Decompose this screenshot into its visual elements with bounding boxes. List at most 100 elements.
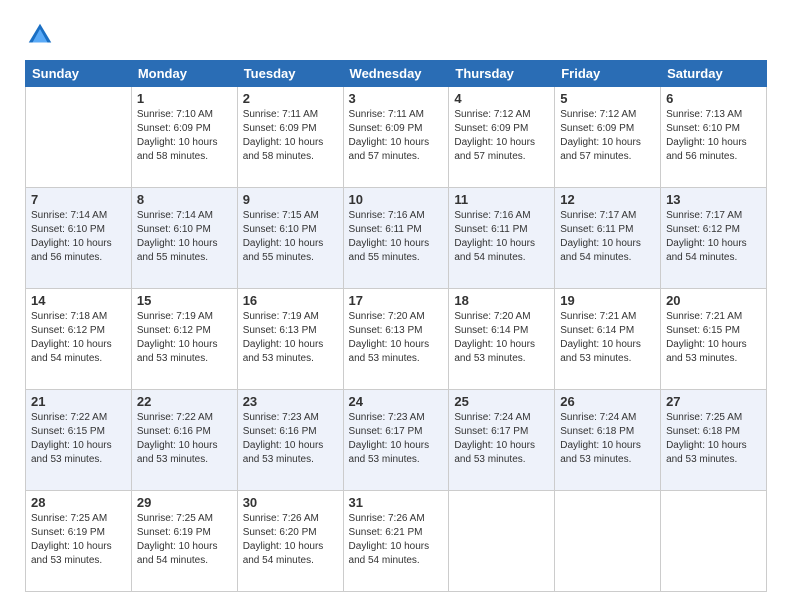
day-number: 26 (560, 394, 655, 409)
day-number: 4 (454, 91, 549, 106)
calendar-cell: 14 Sunrise: 7:18 AM Sunset: 6:12 PM Dayli… (26, 289, 132, 390)
calendar-cell: 18 Sunrise: 7:20 AM Sunset: 6:14 PM Dayli… (449, 289, 555, 390)
day-number: 13 (666, 192, 761, 207)
calendar-cell: 28 Sunrise: 7:25 AM Sunset: 6:19 PM Dayli… (26, 491, 132, 592)
day-info: Sunrise: 7:17 AM Sunset: 6:11 PM Dayligh… (560, 209, 655, 265)
day-number: 16 (243, 293, 338, 308)
day-info: Sunrise: 7:22 AM Sunset: 6:15 PM Dayligh… (31, 411, 126, 467)
day-number: 24 (349, 394, 444, 409)
weekday-header-sunday: Sunday (26, 61, 132, 87)
day-info: Sunrise: 7:26 AM Sunset: 6:20 PM Dayligh… (243, 512, 338, 568)
day-number: 10 (349, 192, 444, 207)
week-row-1: 7 Sunrise: 7:14 AM Sunset: 6:10 PM Daylig… (26, 188, 767, 289)
calendar-cell: 21Sunrise: 7:22 AM Sunset: 6:15 PM Dayli… (26, 390, 132, 491)
calendar-cell: 10 Sunrise: 7:16 AM Sunset: 6:11 PM Dayli… (343, 188, 449, 289)
logo (25, 20, 59, 50)
weekday-header-friday: Friday (555, 61, 661, 87)
day-number: 2 (243, 91, 338, 106)
calendar-cell: 7 Sunrise: 7:14 AM Sunset: 6:10 PM Daylig… (26, 188, 132, 289)
calendar-cell: 6Sunrise: 7:13 AM Sunset: 6:10 PM Daylig… (661, 87, 767, 188)
day-info: Sunrise: 7:16 AM Sunset: 6:11 PM Dayligh… (454, 209, 549, 265)
calendar-cell: 24 Sunrise: 7:23 AM Sunset: 6:17 PM Dayli… (343, 390, 449, 491)
day-info: Sunrise: 7:12 AM Sunset: 6:09 PM Dayligh… (560, 108, 655, 164)
calendar-cell: 19 Sunrise: 7:21 AM Sunset: 6:14 PM Dayli… (555, 289, 661, 390)
day-info: Sunrise: 7:19 AM Sunset: 6:13 PM Dayligh… (243, 310, 338, 366)
day-number: 18 (454, 293, 549, 308)
calendar-cell: 25 Sunrise: 7:24 AM Sunset: 6:17 PM Dayli… (449, 390, 555, 491)
day-info: Sunrise: 7:21 AM Sunset: 6:14 PM Dayligh… (560, 310, 655, 366)
day-info: Sunrise: 7:21 AM Sunset: 6:15 PM Dayligh… (666, 310, 761, 366)
day-info: Sunrise: 7:16 AM Sunset: 6:11 PM Dayligh… (349, 209, 444, 265)
weekday-header-row: SundayMondayTuesdayWednesdayThursdayFrid… (26, 61, 767, 87)
day-info: Sunrise: 7:11 AM Sunset: 6:09 PM Dayligh… (243, 108, 338, 164)
day-info: Sunrise: 7:23 AM Sunset: 6:17 PM Dayligh… (349, 411, 444, 467)
calendar-cell: 17Sunrise: 7:20 AM Sunset: 6:13 PM Dayli… (343, 289, 449, 390)
day-info: Sunrise: 7:24 AM Sunset: 6:18 PM Dayligh… (560, 411, 655, 467)
calendar-cell: 30 Sunrise: 7:26 AM Sunset: 6:20 PM Dayli… (237, 491, 343, 592)
calendar-cell: 27Sunrise: 7:25 AM Sunset: 6:18 PM Dayli… (661, 390, 767, 491)
day-info: Sunrise: 7:20 AM Sunset: 6:14 PM Dayligh… (454, 310, 549, 366)
weekday-header-tuesday: Tuesday (237, 61, 343, 87)
weekday-header-monday: Monday (131, 61, 237, 87)
calendar-cell: 12 Sunrise: 7:17 AM Sunset: 6:11 PM Dayli… (555, 188, 661, 289)
weekday-header-wednesday: Wednesday (343, 61, 449, 87)
calendar-cell: 5Sunrise: 7:12 AM Sunset: 6:09 PM Daylig… (555, 87, 661, 188)
day-number: 12 (560, 192, 655, 207)
day-info: Sunrise: 7:10 AM Sunset: 6:09 PM Dayligh… (137, 108, 232, 164)
day-info: Sunrise: 7:22 AM Sunset: 6:16 PM Dayligh… (137, 411, 232, 467)
day-info: Sunrise: 7:25 AM Sunset: 6:19 PM Dayligh… (31, 512, 126, 568)
calendar-cell: 2 Sunrise: 7:11 AM Sunset: 6:09 PM Daylig… (237, 87, 343, 188)
weekday-header-thursday: Thursday (449, 61, 555, 87)
day-number: 30 (243, 495, 338, 510)
calendar-cell (449, 491, 555, 592)
calendar-cell: 1 Sunrise: 7:10 AM Sunset: 6:09 PM Daylig… (131, 87, 237, 188)
day-number: 3 (349, 91, 444, 106)
calendar-cell (661, 491, 767, 592)
day-number: 15 (137, 293, 232, 308)
calendar-cell: 22 Sunrise: 7:22 AM Sunset: 6:16 PM Dayli… (131, 390, 237, 491)
week-row-0: 1 Sunrise: 7:10 AM Sunset: 6:09 PM Daylig… (26, 87, 767, 188)
calendar-cell: 8 Sunrise: 7:14 AM Sunset: 6:10 PM Daylig… (131, 188, 237, 289)
header (25, 20, 767, 50)
day-number: 19 (560, 293, 655, 308)
day-number: 11 (454, 192, 549, 207)
day-number: 8 (137, 192, 232, 207)
calendar-cell: 26 Sunrise: 7:24 AM Sunset: 6:18 PM Dayli… (555, 390, 661, 491)
calendar-cell: 13 Sunrise: 7:17 AM Sunset: 6:12 PM Dayli… (661, 188, 767, 289)
day-number: 22 (137, 394, 232, 409)
week-row-4: 28 Sunrise: 7:25 AM Sunset: 6:19 PM Dayli… (26, 491, 767, 592)
day-info: Sunrise: 7:26 AM Sunset: 6:21 PM Dayligh… (349, 512, 444, 568)
day-number: 9 (243, 192, 338, 207)
week-row-3: 21Sunrise: 7:22 AM Sunset: 6:15 PM Dayli… (26, 390, 767, 491)
calendar-cell: 9Sunrise: 7:15 AM Sunset: 6:10 PM Daylig… (237, 188, 343, 289)
day-number: 6 (666, 91, 761, 106)
day-number: 25 (454, 394, 549, 409)
day-number: 23 (243, 394, 338, 409)
day-info: Sunrise: 7:25 AM Sunset: 6:18 PM Dayligh… (666, 411, 761, 467)
calendar-cell: 29 Sunrise: 7:25 AM Sunset: 6:19 PM Dayli… (131, 491, 237, 592)
weekday-header-saturday: Saturday (661, 61, 767, 87)
day-info: Sunrise: 7:19 AM Sunset: 6:12 PM Dayligh… (137, 310, 232, 366)
logo-icon (25, 20, 55, 50)
day-info: Sunrise: 7:14 AM Sunset: 6:10 PM Dayligh… (137, 209, 232, 265)
day-number: 28 (31, 495, 126, 510)
calendar-cell: 4Sunrise: 7:12 AM Sunset: 6:09 PM Daylig… (449, 87, 555, 188)
calendar-cell: 20Sunrise: 7:21 AM Sunset: 6:15 PM Dayli… (661, 289, 767, 390)
day-info: Sunrise: 7:23 AM Sunset: 6:16 PM Dayligh… (243, 411, 338, 467)
day-info: Sunrise: 7:25 AM Sunset: 6:19 PM Dayligh… (137, 512, 232, 568)
calendar-cell: 16 Sunrise: 7:19 AM Sunset: 6:13 PM Dayli… (237, 289, 343, 390)
day-number: 29 (137, 495, 232, 510)
calendar-cell (555, 491, 661, 592)
day-info: Sunrise: 7:14 AM Sunset: 6:10 PM Dayligh… (31, 209, 126, 265)
calendar-cell: 3Sunrise: 7:11 AM Sunset: 6:09 PM Daylig… (343, 87, 449, 188)
day-number: 1 (137, 91, 232, 106)
day-number: 7 (31, 192, 126, 207)
calendar-cell: 15 Sunrise: 7:19 AM Sunset: 6:12 PM Dayli… (131, 289, 237, 390)
day-number: 14 (31, 293, 126, 308)
day-info: Sunrise: 7:24 AM Sunset: 6:17 PM Dayligh… (454, 411, 549, 467)
day-number: 31 (349, 495, 444, 510)
day-info: Sunrise: 7:17 AM Sunset: 6:12 PM Dayligh… (666, 209, 761, 265)
week-row-2: 14 Sunrise: 7:18 AM Sunset: 6:12 PM Dayli… (26, 289, 767, 390)
day-info: Sunrise: 7:18 AM Sunset: 6:12 PM Dayligh… (31, 310, 126, 366)
day-info: Sunrise: 7:20 AM Sunset: 6:13 PM Dayligh… (349, 310, 444, 366)
